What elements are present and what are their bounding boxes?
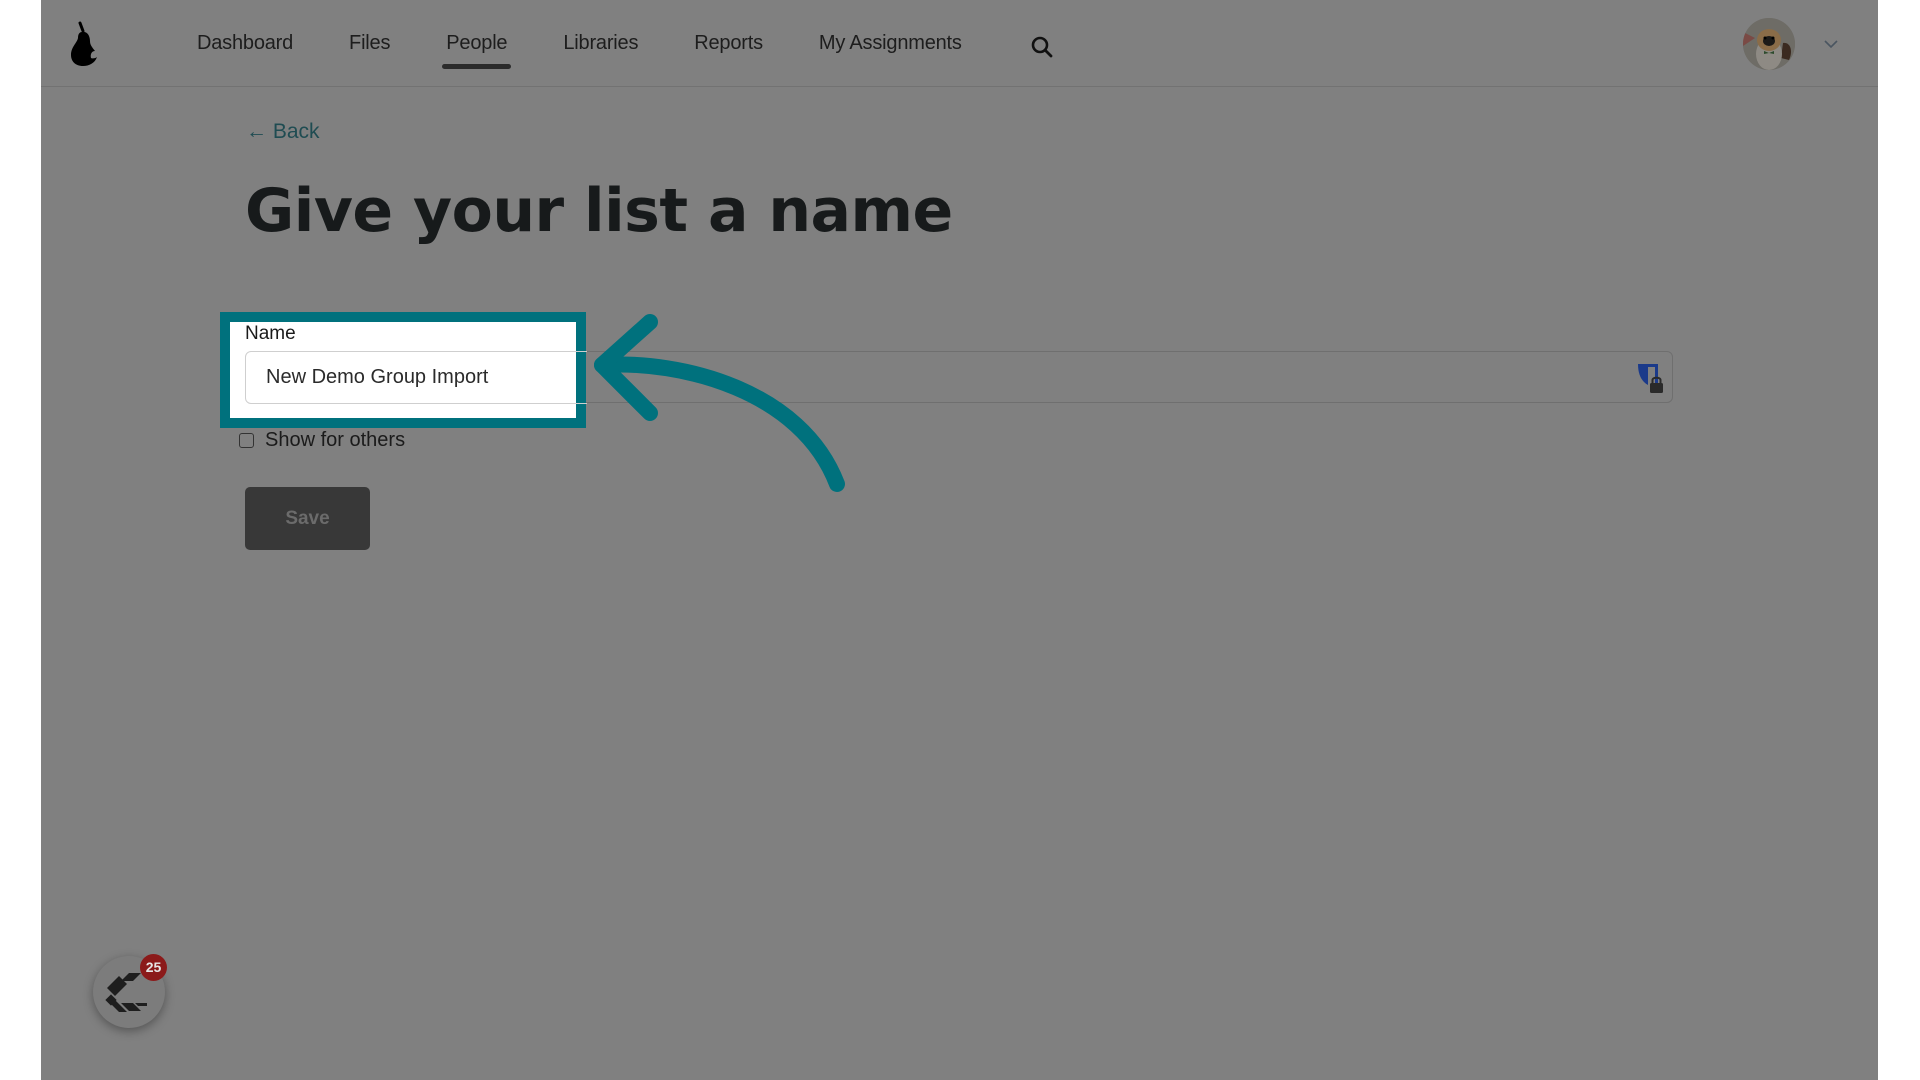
nav-libraries[interactable]: Libraries: [563, 0, 638, 86]
top-navigation-bar: Dashboard Files People Libraries Reports…: [41, 0, 1878, 87]
pear-logo-icon[interactable]: [68, 21, 100, 67]
nav-people[interactable]: People: [442, 0, 512, 86]
search-icon[interactable]: [1030, 35, 1054, 59]
user-avatar[interactable]: [1743, 18, 1795, 70]
nav-reports[interactable]: Reports: [694, 0, 763, 86]
nav-files[interactable]: Files: [349, 0, 390, 86]
name-input-value[interactable]: New Demo Group Import: [266, 366, 488, 389]
show-for-others-label[interactable]: Show for others: [265, 429, 405, 452]
notification-badge: 25: [140, 954, 167, 981]
app-window: Dashboard Files People Libraries Reports…: [41, 0, 1878, 1080]
show-for-others-checkbox[interactable]: [239, 433, 254, 448]
page-title: Give your list a name: [245, 176, 953, 246]
name-label: Name: [245, 323, 296, 344]
shield-lock-icon[interactable]: [1636, 362, 1666, 394]
nav-dashboard[interactable]: Dashboard: [197, 0, 293, 86]
save-button[interactable]: Save: [245, 487, 370, 550]
avatar-photo-icon: [1743, 18, 1795, 70]
chevron-down-icon[interactable]: [1823, 38, 1839, 50]
back-link[interactable]: ← Back: [246, 120, 320, 144]
nav-my-assignments[interactable]: My Assignments: [819, 0, 962, 86]
main-nav: Dashboard Files People Libraries Reports…: [197, 0, 1018, 86]
